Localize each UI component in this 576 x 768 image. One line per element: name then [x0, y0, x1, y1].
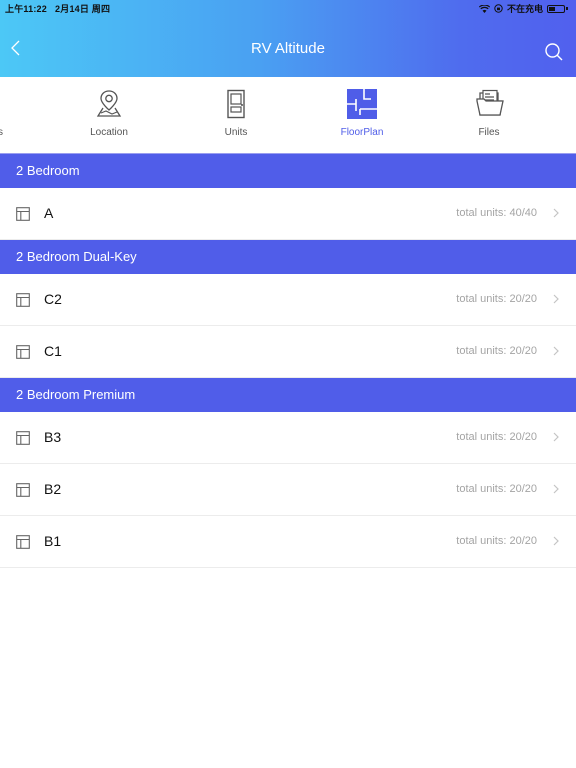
- status-time: 上午11:22: [5, 4, 47, 14]
- tab-location-label: Location: [90, 127, 128, 138]
- status-indicators: 不在充电: [478, 2, 568, 15]
- floorplan-row[interactable]: B3 total units: 20/20: [0, 412, 576, 464]
- tab-partial-label[interactable]: s: [0, 127, 3, 138]
- total-units: total units: 40/40: [456, 207, 537, 219]
- floorplan-list: 2 Bedroom A total units: 40/40 2 Bedroom…: [0, 154, 576, 568]
- floorplan-row[interactable]: A total units: 40/40: [0, 188, 576, 240]
- floorplan-row[interactable]: C1 total units: 20/20: [0, 326, 576, 378]
- chevron-right-icon: [553, 346, 559, 356]
- search-button[interactable]: [544, 42, 564, 62]
- floorplan-name: A: [44, 205, 54, 221]
- tab-units-label: Units: [224, 127, 248, 138]
- chevron-right-icon: [553, 294, 559, 304]
- section-header: 2 Bedroom: [0, 154, 576, 188]
- battery-icon: [547, 4, 565, 13]
- floorplan-layout-icon: [16, 207, 30, 221]
- orientation-lock-icon: [494, 4, 503, 13]
- floorplan-name: C1: [44, 343, 62, 359]
- wifi-icon: [478, 4, 490, 13]
- door-icon: [227, 89, 245, 119]
- floorplan-name: B2: [44, 481, 62, 497]
- floorplan-name: B3: [44, 429, 62, 445]
- category-tabs: s Location Units FloorPlan Files: [0, 77, 576, 154]
- floorplan-row[interactable]: B1 total units: 20/20: [0, 516, 576, 568]
- total-units: total units: 20/20: [456, 535, 537, 547]
- chevron-right-icon: [553, 484, 559, 494]
- total-units: total units: 20/20: [456, 345, 537, 357]
- tab-location[interactable]: Location: [69, 77, 149, 154]
- chevron-right-icon: [553, 208, 559, 218]
- total-units: total units: 20/20: [456, 431, 537, 443]
- tab-units[interactable]: Units: [196, 77, 276, 154]
- tab-files-label: Files: [478, 127, 500, 138]
- tab-files[interactable]: Files: [449, 77, 529, 154]
- floorplan-layout-icon: [16, 293, 30, 307]
- floorplan-name: B1: [44, 533, 62, 549]
- section-header: 2 Bedroom Premium: [0, 378, 576, 412]
- folder-icon: [476, 89, 504, 116]
- chevron-right-icon: [553, 432, 559, 442]
- status-date: 2月14日 周四: [55, 4, 111, 14]
- status-bar: 上午11:22 2月14日 周四 不在充电: [0, 0, 576, 14]
- floorplan-row[interactable]: B2 total units: 20/20: [0, 464, 576, 516]
- floorplan-layout-icon: [16, 431, 30, 445]
- battery-tip: [566, 7, 568, 10]
- floorplan-row[interactable]: C2 total units: 20/20: [0, 274, 576, 326]
- section-header: 2 Bedroom Dual-Key: [0, 240, 576, 274]
- total-units: total units: 20/20: [456, 483, 537, 495]
- map-pin-icon: [96, 90, 122, 117]
- charging-status: 不在充电: [506, 4, 543, 14]
- page-title: RV Altitude: [251, 40, 325, 57]
- floorplan-layout-icon: [16, 535, 30, 549]
- search-icon: [545, 43, 563, 61]
- nav-header: 上午11:22 2月14日 周四 不在充电 RV Altitude: [0, 0, 576, 77]
- floorplan-layout-icon: [16, 345, 30, 359]
- floorplan-name: C2: [44, 291, 62, 307]
- status-time-date: 上午11:22 2月14日 周四: [5, 2, 110, 15]
- floorplan-icon: [347, 89, 377, 119]
- tab-floorplan[interactable]: FloorPlan: [322, 77, 402, 154]
- chevron-right-icon: [553, 536, 559, 546]
- total-units: total units: 20/20: [456, 293, 537, 305]
- tab-floorplan-label: FloorPlan: [340, 127, 384, 138]
- floorplan-layout-icon: [16, 483, 30, 497]
